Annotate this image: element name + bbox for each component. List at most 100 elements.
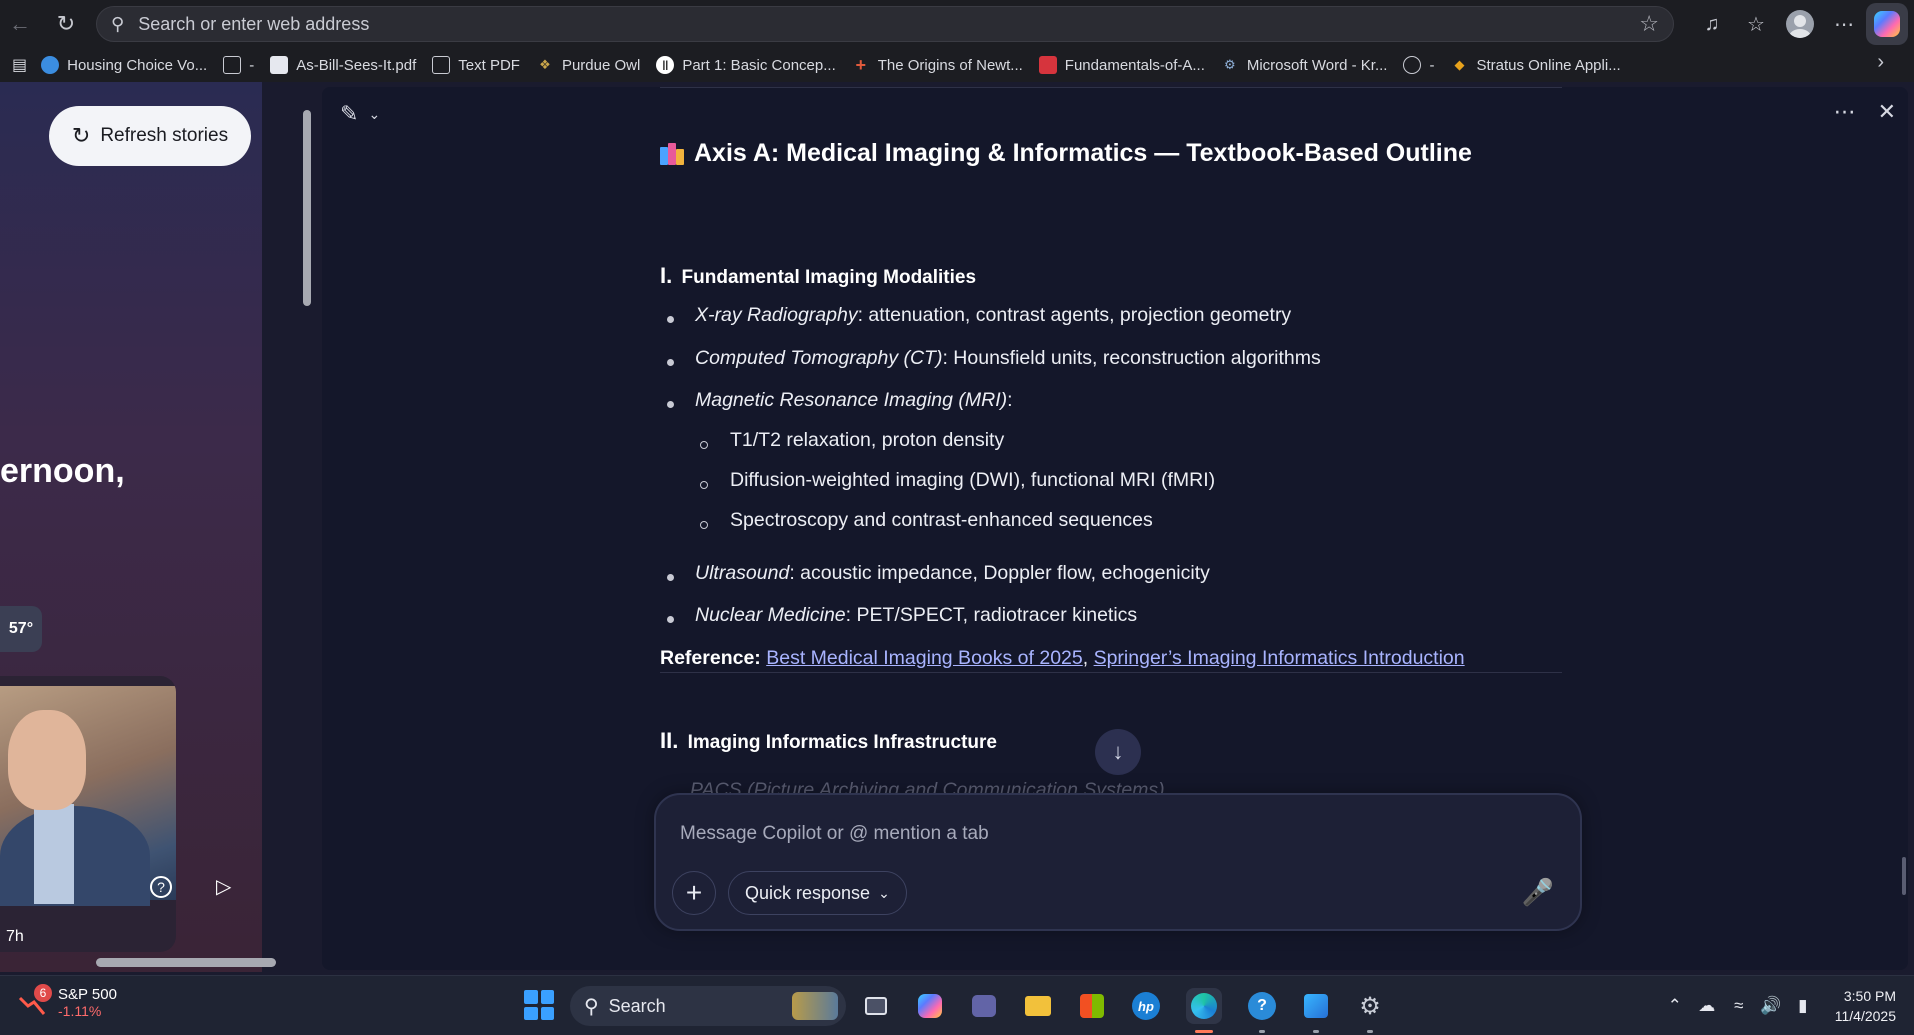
settings-icon[interactable]: ⚙ bbox=[1352, 988, 1388, 1033]
arrow-down-icon: ↓ bbox=[1112, 739, 1124, 764]
message-input[interactable]: Message Copilot or @ mention a tab bbox=[680, 823, 989, 845]
copilot-scrollbar[interactable] bbox=[1900, 857, 1908, 897]
stock-name: S&P 500 bbox=[58, 986, 117, 1003]
section-heading-2: II. Imaging Informatics Infrastructure bbox=[660, 728, 997, 754]
new-chat-icon[interactable]: ✎ bbox=[340, 101, 358, 127]
teams-icon[interactable] bbox=[966, 988, 1002, 1024]
share-icon[interactable]: ▷ bbox=[216, 874, 231, 899]
file-explorer-icon[interactable] bbox=[1020, 988, 1056, 1024]
taskbar-search-label: Search bbox=[608, 995, 666, 1016]
favorites-icon[interactable]: ☆ bbox=[1734, 2, 1778, 46]
bookmark-8[interactable]: ⚙ Microsoft Word - Kr... bbox=[1213, 51, 1396, 79]
item-term: Computed Tomography (CT) bbox=[695, 347, 943, 369]
stock-widget[interactable]: 6 S&P 500 -1.11% bbox=[18, 983, 117, 1019]
news-vertical-scrollbar[interactable] bbox=[300, 88, 314, 950]
help-icon[interactable]: ? bbox=[150, 876, 172, 898]
address-bar[interactable]: ⚲ Search or enter web address ☆ bbox=[96, 6, 1674, 42]
chevron-up-icon[interactable]: ⌃ bbox=[1659, 990, 1691, 1022]
copilot-logo-icon bbox=[1874, 11, 1900, 37]
section-numeral: I. bbox=[660, 263, 673, 288]
copilot-button[interactable] bbox=[1866, 3, 1908, 45]
list-item: X-ray Radiography: attenuation, contrast… bbox=[695, 304, 1291, 327]
list-item: Computed Tomography (CT): Hounsfield uni… bbox=[695, 347, 1321, 370]
bookmark-label: Housing Choice Vo... bbox=[67, 56, 208, 74]
story-card[interactable] bbox=[0, 676, 176, 952]
volume-icon[interactable]: 🔊 bbox=[1755, 990, 1787, 1022]
response-mode-dropdown[interactable]: Quick response ⌄ bbox=[728, 871, 907, 915]
battery-icon[interactable]: ▮ bbox=[1787, 990, 1819, 1022]
reference-line: Reference: Best Medical Imaging Books of… bbox=[660, 647, 1465, 670]
divider bbox=[660, 87, 1562, 88]
onedrive-icon[interactable]: ☁ bbox=[1691, 990, 1723, 1022]
chevron-down-icon[interactable]: ⌄ bbox=[368, 106, 380, 123]
refresh-stories-label: Refresh stories bbox=[100, 125, 229, 146]
sub-bullet-icon bbox=[700, 481, 708, 489]
bookmark-6[interactable]: + The Origins of Newt... bbox=[844, 51, 1031, 79]
bookmark-0[interactable]: Housing Choice Vo... bbox=[33, 51, 215, 79]
microphone-icon[interactable]: 🎤 bbox=[1522, 877, 1554, 908]
bookmark-label: - bbox=[1429, 56, 1435, 74]
read-aloud-icon[interactable]: ♫ bbox=[1690, 2, 1734, 46]
books-icon bbox=[660, 142, 684, 165]
store-icon[interactable] bbox=[1074, 988, 1110, 1024]
list-item: Ultrasound: acoustic impedance, Doppler … bbox=[695, 562, 1210, 585]
reference-link[interactable]: Springer’s Imaging Informatics Introduct… bbox=[1094, 647, 1465, 669]
edge-icon[interactable] bbox=[1186, 988, 1222, 1033]
bookmark-label: Text PDF bbox=[458, 56, 520, 74]
copilot-panel: ✎ ⌄ ⋯ ✕ Axis A: Medical Imaging & Inform… bbox=[322, 87, 1908, 970]
response-mode-label: Quick response bbox=[745, 882, 871, 903]
bullet-icon bbox=[667, 359, 674, 366]
search-icon: ⚲ bbox=[111, 13, 125, 34]
stock-chart-icon: 6 bbox=[18, 983, 52, 1018]
chevron-right-icon[interactable]: › bbox=[1877, 51, 1884, 74]
wifi-icon[interactable]: ≈ bbox=[1723, 990, 1755, 1022]
store-bag-icon[interactable] bbox=[1298, 988, 1334, 1033]
bookmark-7[interactable]: Fundamentals-of-A... bbox=[1031, 51, 1213, 79]
refresh-button[interactable]: ↻ bbox=[46, 4, 86, 44]
copilot-app-icon[interactable] bbox=[912, 988, 948, 1024]
item-desc: : bbox=[1007, 389, 1013, 411]
more-options-icon[interactable]: ⋯ bbox=[1834, 99, 1856, 125]
task-view-icon[interactable] bbox=[858, 988, 894, 1024]
reference-link[interactable]: Best Medical Imaging Books of 2025 bbox=[766, 647, 1083, 669]
bullet-icon bbox=[667, 574, 674, 581]
profile-button[interactable] bbox=[1778, 2, 1822, 46]
item-term: X-ray Radiography bbox=[695, 304, 858, 326]
more-options-icon[interactable]: ⋯ bbox=[1822, 2, 1866, 46]
item-desc: : Hounsfield units, reconstruction algor… bbox=[942, 347, 1321, 369]
help-app-icon[interactable]: ? bbox=[1244, 988, 1280, 1033]
bookmark-9[interactable]: - bbox=[1395, 51, 1442, 79]
section-heading-text: Fundamental Imaging Modalities bbox=[681, 267, 977, 288]
favorite-star-icon[interactable]: ☆ bbox=[1639, 11, 1659, 37]
close-icon[interactable]: ✕ bbox=[1878, 99, 1896, 125]
greeting-text: ernoon, bbox=[0, 452, 125, 490]
search-icon: ⚲ bbox=[584, 995, 599, 1018]
clock[interactable]: 3:50 PM 11/4/2025 bbox=[1835, 986, 1896, 1026]
taskbar-search[interactable]: ⚲ Search bbox=[570, 986, 846, 1026]
clock-time: 3:50 PM bbox=[1843, 988, 1896, 1004]
bookmark-4[interactable]: ❖ Purdue Owl bbox=[528, 51, 648, 79]
collections-icon[interactable]: ▤ bbox=[6, 51, 33, 79]
back-button[interactable]: ← bbox=[0, 4, 40, 44]
plus-icon: + bbox=[855, 54, 866, 75]
start-button[interactable] bbox=[524, 990, 554, 1020]
story-image bbox=[0, 686, 176, 906]
bookmark-2[interactable]: As-Bill-Sees-It.pdf bbox=[262, 51, 424, 79]
bookmark-10[interactable]: ◆ Stratus Online Appli... bbox=[1442, 51, 1628, 79]
hp-icon[interactable]: hp bbox=[1128, 988, 1164, 1024]
address-input[interactable]: Search or enter web address bbox=[138, 14, 1639, 35]
scroll-down-button[interactable]: ↓ bbox=[1095, 729, 1141, 775]
bookmark-label: Fundamentals-of-A... bbox=[1064, 56, 1205, 74]
flame-icon: ◆ bbox=[1454, 57, 1465, 72]
bookmark-5[interactable]: || Part 1: Basic Concep... bbox=[648, 51, 843, 79]
pdf-icon bbox=[270, 56, 289, 74]
bookmark-3[interactable]: Text PDF bbox=[424, 51, 528, 79]
news-horizontal-scrollbar[interactable] bbox=[0, 952, 300, 972]
search-highlight-icon bbox=[792, 992, 838, 1020]
bookmark-1[interactable]: - bbox=[215, 51, 262, 79]
add-attachment-button[interactable]: + bbox=[672, 871, 716, 915]
weather-badge[interactable]: 57° bbox=[0, 606, 42, 652]
bullet-icon bbox=[667, 316, 674, 323]
refresh-stories-button[interactable]: ↻ Refresh stories bbox=[49, 106, 251, 166]
refresh-icon: ↻ bbox=[71, 123, 91, 148]
